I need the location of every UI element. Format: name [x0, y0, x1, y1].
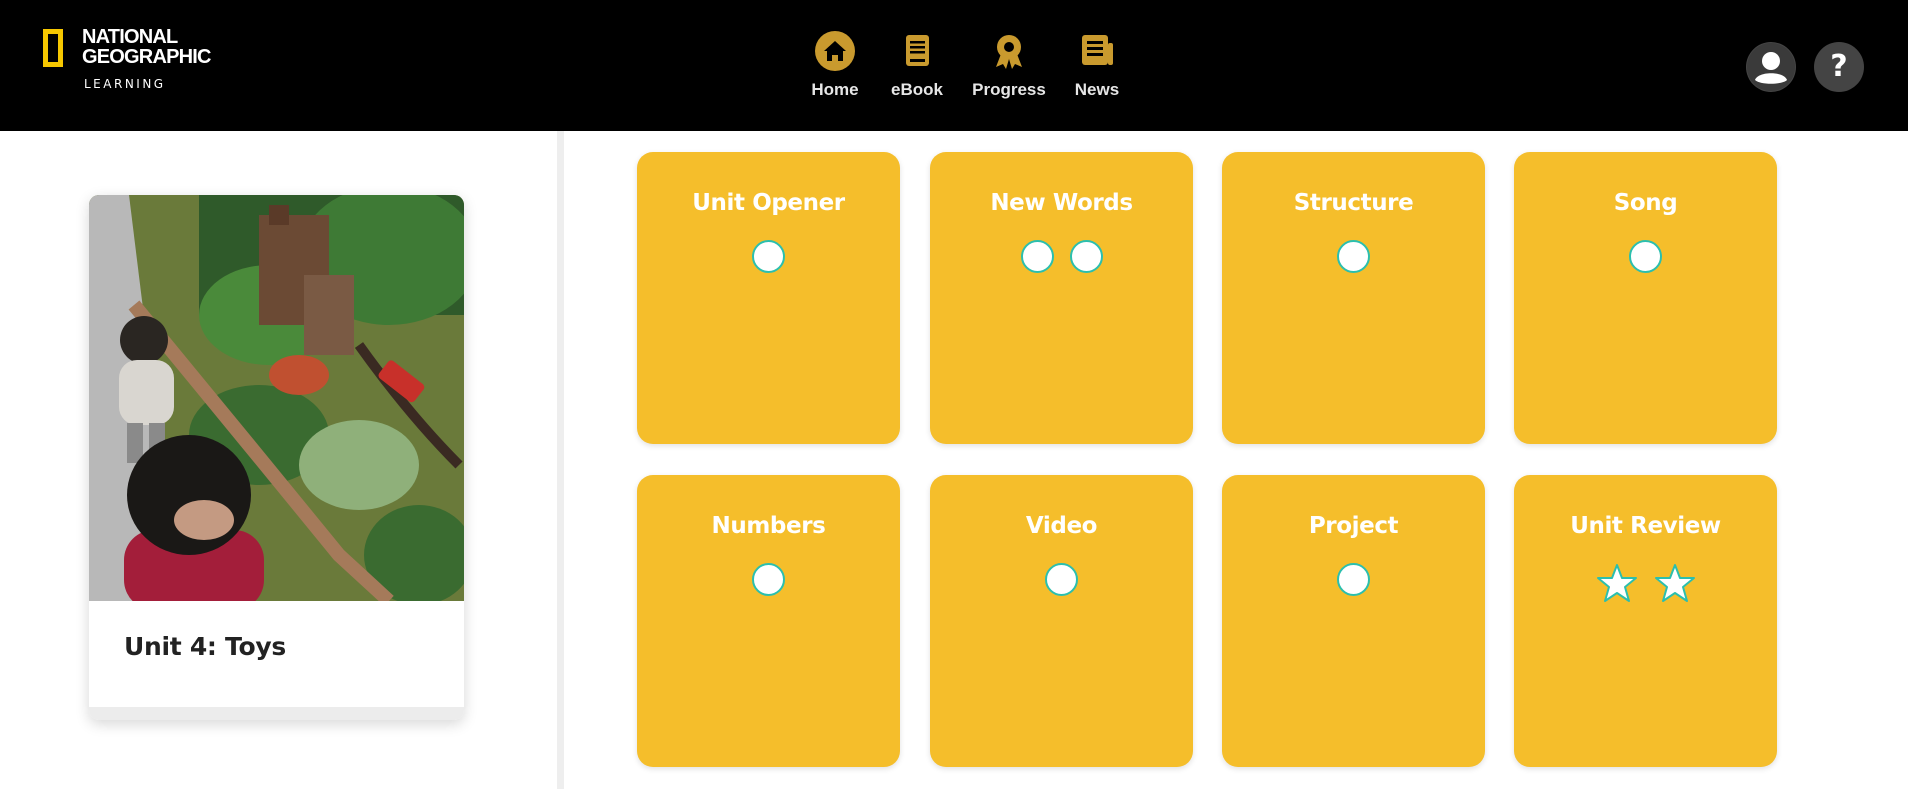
progress-circle-icon — [752, 240, 785, 273]
tile-title: Unit Review — [1570, 513, 1721, 539]
star-icon — [1596, 564, 1637, 602]
unit-cover-image — [89, 195, 464, 601]
logo-line-3: LEARNING — [84, 77, 166, 91]
progress-circles — [1514, 240, 1777, 280]
progress-circle-icon — [1337, 240, 1370, 273]
unit-card[interactable]: Unit 4: Toys — [89, 195, 464, 720]
progress-circles — [1222, 240, 1485, 280]
user-avatar-icon — [1747, 43, 1795, 91]
tile-new-words[interactable]: New Words — [930, 152, 1193, 444]
nav-home[interactable]: Home — [790, 30, 880, 110]
panel-divider — [557, 131, 564, 789]
progress-circles — [637, 240, 900, 280]
tile-video[interactable]: Video — [930, 475, 1193, 767]
unit-card-footer — [89, 707, 464, 720]
tile-title: Project — [1308, 513, 1399, 539]
progress-circles — [930, 240, 1193, 280]
star-icon — [1654, 564, 1695, 602]
nav-news-label: News — [1074, 80, 1120, 99]
logo-wordmark: NATIONAL GEOGRAPHIC — [82, 27, 211, 67]
tile-project[interactable]: Project — [1222, 475, 1485, 767]
nav-ebook-label: eBook — [891, 80, 943, 99]
newspaper-icon — [1082, 35, 1113, 65]
tile-title: Unit Opener — [692, 190, 845, 216]
yellow-frame-icon — [43, 29, 63, 67]
unit-title: Unit 4: Toys — [124, 632, 286, 661]
review-stars — [1514, 563, 1777, 603]
tile-title: Numbers — [711, 513, 826, 539]
tile-title: Song — [1613, 190, 1678, 216]
top-navigation-bar: NATIONAL GEOGRAPHIC LEARNING Home eBook — [0, 0, 1908, 131]
nav-news[interactable]: News — [1052, 30, 1142, 110]
progress-circles — [1222, 563, 1485, 603]
tile-structure[interactable]: Structure — [1222, 152, 1485, 444]
help-button[interactable]: ? — [1814, 42, 1864, 92]
progress-circle-icon — [1629, 240, 1662, 273]
logo-line-1: NATIONAL — [82, 26, 178, 48]
tile-title: Video — [1025, 513, 1098, 539]
progress-circle-icon — [1020, 240, 1054, 273]
ebook-icon — [906, 35, 929, 66]
nav-progress-label: Progress — [972, 80, 1046, 99]
progress-circle-icon — [1337, 563, 1370, 596]
tile-unit-opener[interactable]: Unit Opener — [637, 152, 900, 444]
tile-title: Structure — [1293, 190, 1414, 216]
logo-line-2: GEOGRAPHIC — [82, 46, 211, 68]
tile-title: New Words — [990, 190, 1133, 216]
tile-unit-review[interactable]: Unit Review — [1514, 475, 1777, 767]
progress-circle-icon — [1069, 240, 1103, 273]
home-icon — [815, 31, 855, 71]
progress-circle-icon — [752, 563, 785, 596]
progress-circles — [930, 563, 1193, 603]
nav-home-label: Home — [811, 80, 859, 99]
user-account-button[interactable] — [1746, 42, 1796, 92]
progress-circles — [637, 563, 900, 603]
nav-ebook[interactable]: eBook — [872, 30, 962, 110]
tile-song[interactable]: Song — [1514, 152, 1777, 444]
tile-numbers[interactable]: Numbers — [637, 475, 900, 767]
nav-progress[interactable]: Progress — [964, 30, 1054, 110]
progress-circle-icon — [1045, 563, 1078, 596]
award-icon — [996, 35, 1022, 69]
